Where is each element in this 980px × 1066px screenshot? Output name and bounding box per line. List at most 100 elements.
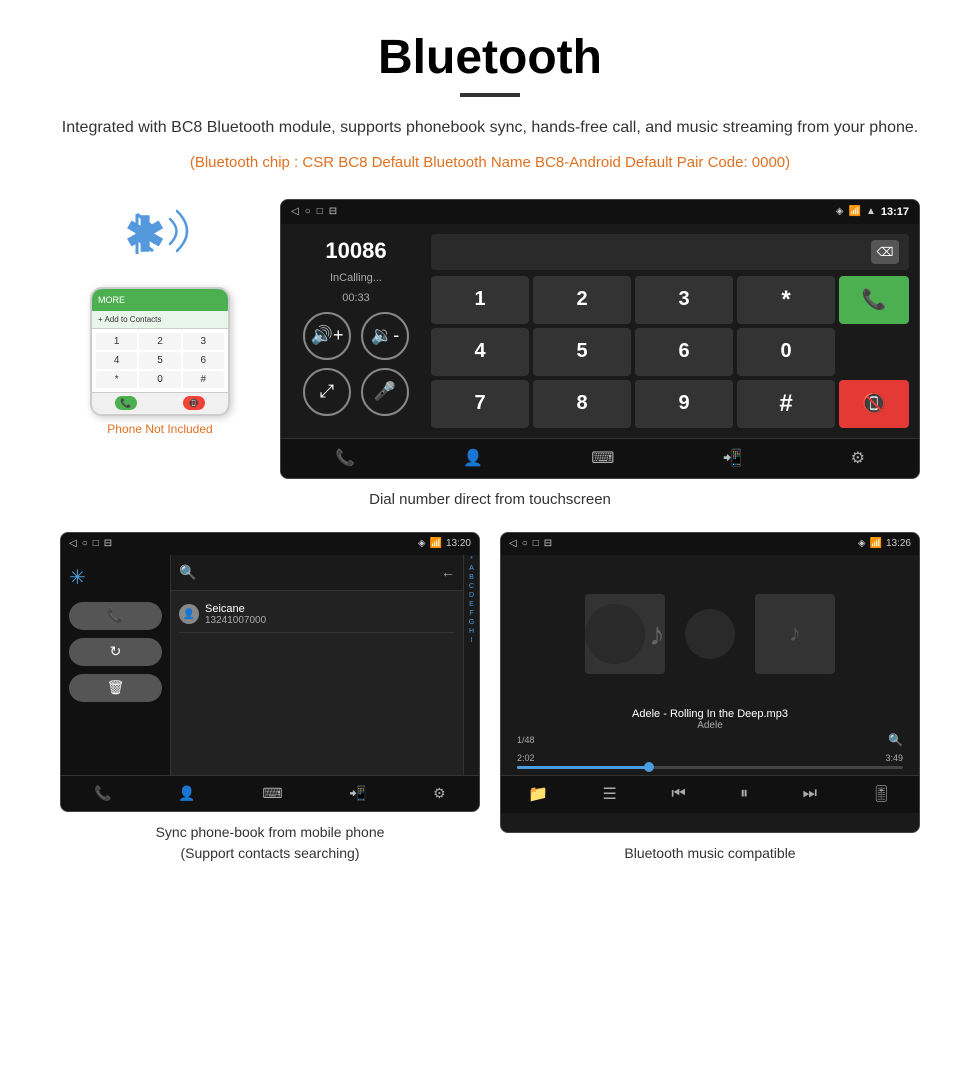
pb-sync-btn[interactable]: ↻ — [69, 638, 162, 666]
pb-home-icon: ○ — [82, 538, 88, 549]
svg-text:✱: ✱ — [125, 209, 165, 262]
key-star[interactable]: * — [737, 276, 835, 324]
music-track-count: 1/48 — [517, 735, 535, 745]
key-8[interactable]: 8 — [533, 380, 631, 428]
music-list-icon[interactable]: ☰ — [603, 784, 617, 804]
pb-time: 13:20 — [446, 538, 471, 549]
music-caption: Bluetooth music compatible — [500, 843, 920, 864]
dial-calling-status: InCalling... — [330, 272, 382, 284]
pb-search-icon: 🔍 — [179, 564, 196, 581]
pb-alpha-bar: * A B C D E F G H I — [463, 555, 479, 775]
music-time: 13:26 — [886, 538, 911, 549]
dial-keypad-icon[interactable]: ⌨ — [585, 442, 620, 474]
pb-menu-icon: ⊟ — [104, 538, 112, 549]
pb-alpha-g[interactable]: G — [464, 618, 479, 627]
phone-add-contact: + Add to Contacts — [98, 315, 161, 324]
pb-delete-btn[interactable]: 🗑 — [69, 674, 162, 702]
pb-alpha-star: * — [464, 555, 479, 564]
pb-device-icon[interactable]: 📲 — [349, 785, 366, 802]
pb-bluetooth-icon: ✳ — [69, 565, 162, 590]
pb-back-arrow: ← — [441, 564, 455, 580]
pb-call-btn[interactable]: 📞 — [69, 602, 162, 630]
pb-keypad-icon[interactable]: ⌨ — [262, 785, 282, 802]
pb-alpha-b[interactable]: B — [464, 573, 479, 582]
key-4[interactable]: 4 — [431, 328, 529, 376]
pb-bottom-bar: 📞 👤 ⌨ 📲 ⚙ — [61, 775, 479, 811]
back-nav-icon: ◁ — [291, 206, 299, 217]
key-5[interactable]: 5 — [533, 328, 631, 376]
pb-alpha-c[interactable]: C — [464, 582, 479, 591]
pb-settings-icon[interactable]: ⚙ — [433, 785, 446, 802]
pb-contact-list: 👤 Seicane 13241007000 — [171, 591, 463, 639]
mic-btn[interactable]: 🎤 — [361, 368, 409, 416]
dial-bottom-bar: 📞 👤 ⌨ 📲 ⚙ — [281, 438, 919, 478]
phone-call-green: 📞 — [115, 396, 137, 410]
pb-right-icons: ◈ 📶 13:20 — [418, 538, 471, 549]
music-album-art-left: ♪ — [585, 594, 665, 674]
music-nav-icons: ◁ ○ □ ⊟ — [509, 538, 552, 549]
key-3[interactable]: 3 — [635, 276, 733, 324]
pb-contact-avatar: 👤 — [179, 604, 199, 624]
dial-settings-icon[interactable]: ⚙ — [845, 442, 871, 474]
phone-keypad-grid: 1 2 3 4 5 6 * 0 # — [96, 333, 224, 388]
music-prev-icon[interactable]: ⏮ — [671, 785, 685, 803]
pb-contact-phone: 13241007000 — [205, 615, 266, 626]
hangup-btn[interactable]: 📵 — [839, 380, 909, 428]
music-menu-icon: ⊟ — [544, 538, 552, 549]
phone-key: # — [183, 371, 224, 388]
pb-main: 🔍 ← 👤 Seicane 132410070 — [171, 555, 479, 775]
music-play-pause-icon[interactable]: ⏸ — [740, 785, 748, 803]
bluetooth-signal-icon: ✱ — [115, 199, 205, 269]
pb-contacts-icon[interactable]: 👤 — [178, 785, 195, 802]
key-hash[interactable]: # — [737, 380, 835, 428]
music-next-icon[interactable]: ⏭ — [803, 785, 817, 803]
music-folder-icon[interactable]: 📁 — [528, 784, 548, 804]
pb-alpha-a[interactable]: A — [464, 564, 479, 573]
key-9[interactable]: 9 — [635, 380, 733, 428]
pb-alpha-i[interactable]: I — [464, 636, 479, 645]
key-1[interactable]: 1 — [431, 276, 529, 324]
page-title: Bluetooth — [60, 30, 920, 85]
music-note-container: ♪ — [585, 604, 665, 664]
album-placeholder-center — [685, 609, 735, 659]
bluetooth-icon-area: ✱ — [115, 199, 205, 279]
phone-top-bar: MORE — [92, 289, 228, 311]
answer-btn[interactable]: 📞 — [839, 276, 909, 324]
phone-side: ✱ MORE + Add to Contacts — [60, 199, 260, 436]
key-6[interactable]: 6 — [635, 328, 733, 376]
music-song-title: Adele - Rolling In the Deep.mp3 — [517, 708, 903, 720]
music-right-icons: ◈ 📶 13:26 — [858, 538, 911, 549]
music-album-art-right: ♪ — [755, 594, 835, 674]
music-content: ♪ ♪ Adele - Rolling In the Deep.mp3 — [501, 555, 919, 813]
phone-contact-row: + Add to Contacts — [92, 311, 228, 329]
volume-up-btn[interactable]: 🔊+ — [303, 312, 351, 360]
music-item: ◁ ○ □ ⊟ ◈ 📶 13:26 — [500, 532, 920, 864]
key-0[interactable]: 0 — [737, 328, 835, 376]
music-search-icon[interactable]: 🔍 — [888, 733, 903, 747]
dial-voicemail-icon[interactable]: 📲 — [716, 442, 748, 474]
keypad-area: 1 2 3 * 📞 4 5 6 0 7 8 9 # 📵 — [431, 276, 909, 428]
pb-alpha-f[interactable]: F — [464, 609, 479, 618]
key-7[interactable]: 7 — [431, 380, 529, 428]
pb-calls-icon[interactable]: 📞 — [94, 785, 111, 802]
volume-down-btn[interactable]: 🔉- — [361, 312, 409, 360]
pb-back-icon: ◁ — [69, 538, 77, 549]
pb-recent-icon: □ — [93, 538, 99, 549]
pb-alpha-h[interactable]: H — [464, 627, 479, 636]
music-status-bar: ◁ ○ □ ⊟ ◈ 📶 13:26 — [501, 533, 919, 555]
recent-nav-icon: □ — [317, 206, 323, 217]
screen-share-btn[interactable]: ⤢ — [303, 368, 351, 416]
music-track-search-row: 1/48 🔍 — [517, 733, 903, 747]
pb-contact-item: 👤 Seicane 13241007000 — [179, 597, 455, 633]
phone-mockup: MORE + Add to Contacts 1 2 3 4 5 6 * 0 — [90, 287, 230, 416]
pb-contact-name: Seicane — [205, 603, 266, 615]
dial-calls-icon[interactable]: 📞 — [329, 442, 361, 474]
key-2[interactable]: 2 — [533, 276, 631, 324]
music-eq-icon[interactable]: 🎚 — [871, 784, 891, 804]
pb-alpha-e[interactable]: E — [464, 600, 479, 609]
dial-input-row: ⌫ — [431, 234, 909, 270]
pb-alpha-d[interactable]: D — [464, 591, 479, 600]
dial-contacts-icon[interactable]: 👤 — [457, 442, 489, 474]
music-progress-bar[interactable] — [517, 766, 903, 769]
backspace-btn[interactable]: ⌫ — [871, 240, 899, 264]
